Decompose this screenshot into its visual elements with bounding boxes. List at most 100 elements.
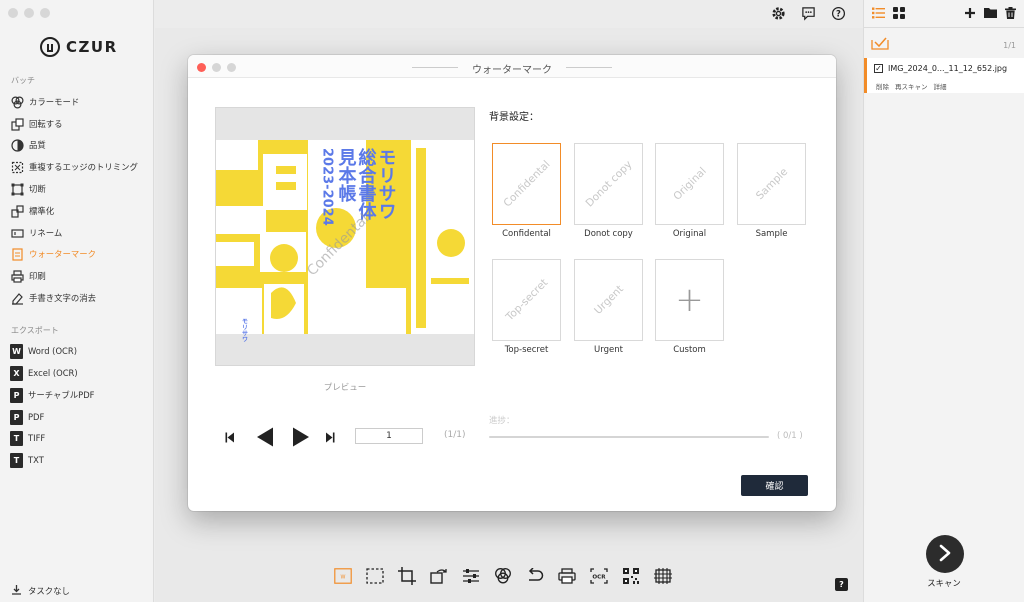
file-checkbox[interactable]: ✓ <box>874 64 883 73</box>
excel-file-icon: X <box>10 365 23 381</box>
trash-icon[interactable] <box>1005 6 1016 22</box>
sidebar-item-standardize[interactable]: 標準化 <box>10 202 54 220</box>
close-window-button[interactable] <box>8 8 18 18</box>
sidebar-item-label: 印刷 <box>29 271 46 281</box>
export-item-label: PDF <box>28 412 45 422</box>
feedback-icon[interactable] <box>800 5 816 21</box>
watermark-name: Confidental <box>502 229 551 239</box>
watermark-option-donot-copy[interactable]: Donot copy <box>574 143 643 225</box>
tiff-file-icon: T <box>10 430 23 446</box>
watermark-name: Original <box>672 229 707 239</box>
cover-title-line-1: モリサワ <box>376 148 397 220</box>
folder-icon[interactable] <box>984 7 997 21</box>
watermark-option-urgent[interactable]: Urgent <box>574 259 643 341</box>
right-panel-toolbar <box>872 6 1016 22</box>
sidebar-item-label: 品質 <box>29 140 46 150</box>
watermark-name: Top-secret <box>504 345 549 355</box>
delete-link[interactable]: 削除 <box>876 81 889 91</box>
last-page-icon[interactable] <box>322 432 338 443</box>
preview-area: モリサワ 総合書体 見本帳 2023-2024 モリサワ Confidental <box>215 107 475 366</box>
progress-count: ( 0/1 ) <box>777 431 803 441</box>
watermark-sample-text: Original <box>670 165 709 203</box>
color-tool-icon[interactable] <box>493 566 513 586</box>
sidebar-item-label: 切断 <box>29 184 46 194</box>
minimize-window-button[interactable] <box>24 8 34 18</box>
sidebar-item-label: 重複するエッジのトリミング <box>29 162 138 172</box>
export-item-label: TXT <box>28 455 44 465</box>
book-tool-icon[interactable] <box>653 566 673 586</box>
export-item-word-ocr[interactable]: W Word (OCR) <box>10 342 77 360</box>
scan-button[interactable] <box>926 535 964 573</box>
sidebar-item-color-mode[interactable]: カラーモード <box>10 93 79 111</box>
edge-trim-icon <box>10 160 24 174</box>
export-item-excel-ocr[interactable]: X Excel (OCR) <box>10 364 78 382</box>
grid-view-icon[interactable] <box>893 6 905 22</box>
sidebar-item-label: ウォーターマーク <box>29 249 96 259</box>
watermark-option-original[interactable]: Original <box>655 143 724 225</box>
quality-icon <box>10 138 24 152</box>
dialog-titlebar: ウォーターマーク <box>188 55 836 78</box>
sidebar-item-label: カラーモード <box>29 97 80 107</box>
watermark-tool-icon[interactable]: W <box>333 566 353 586</box>
task-status[interactable]: タスクなし <box>11 584 70 597</box>
left-sidebar: CZUR バッチ カラーモード 回転する 品質 重複するエッジのトリミング 切断 <box>0 0 154 602</box>
page-number-input[interactable]: 1 <box>355 428 423 444</box>
preview-image: モリサワ 総合書体 見本帳 2023-2024 モリサワ Confidental <box>216 108 474 365</box>
zoom-window-button[interactable] <box>40 8 50 18</box>
add-icon[interactable] <box>964 7 976 22</box>
sidebar-item-rotate[interactable]: 回転する <box>10 115 63 133</box>
page-count: 1/1 <box>1003 40 1016 50</box>
settings-gear-icon[interactable] <box>770 5 786 21</box>
watermark-option-custom[interactable]: + <box>655 259 724 341</box>
sidebar-item-watermark[interactable]: ウォーターマーク <box>10 245 96 263</box>
export-item-pdf[interactable]: P PDF <box>10 408 44 426</box>
details-link[interactable]: 詳細 <box>934 81 947 91</box>
confirm-button[interactable]: 確認 <box>741 475 808 496</box>
previous-page-icon[interactable] <box>248 427 282 447</box>
standardize-icon <box>10 204 24 218</box>
adjust-tool-icon[interactable] <box>461 566 481 586</box>
export-item-label: サーチャブルPDF <box>28 390 95 400</box>
file-list-item[interactable]: ✓ IMG_2024_0..._11_12_652.jpg 削除 再スキャン 詳… <box>864 58 1024 93</box>
selection-tool-icon[interactable] <box>365 566 385 586</box>
sidebar-item-quality[interactable]: 品質 <box>10 136 46 154</box>
sidebar-item-cut[interactable]: 切断 <box>10 180 46 198</box>
svg-text:?: ? <box>836 8 841 18</box>
list-view-icon[interactable] <box>872 7 885 22</box>
crop-tool-icon[interactable] <box>397 566 417 586</box>
rotate-tool-icon[interactable] <box>429 566 449 586</box>
progress-label: 進捗： <box>489 416 515 426</box>
help-corner-icon[interactable]: ? <box>835 578 848 591</box>
sidebar-item-rename[interactable]: リネーム <box>10 224 62 242</box>
rescan-link[interactable]: 再スキャン <box>895 81 928 91</box>
title-divider-right <box>566 67 612 68</box>
txt-file-icon: T <box>10 452 23 468</box>
export-item-searchable-pdf[interactable]: P サーチャブルPDF <box>10 386 94 404</box>
svg-text:W: W <box>341 575 346 581</box>
next-page-icon[interactable] <box>286 427 316 447</box>
help-icon[interactable]: ? <box>830 5 846 21</box>
sidebar-item-edge-trim[interactable]: 重複するエッジのトリミング <box>10 158 138 176</box>
watermark-option-sample[interactable]: Sample <box>737 143 806 225</box>
export-item-txt[interactable]: T TXT <box>10 451 44 469</box>
sidebar-item-label: リネーム <box>29 228 63 238</box>
export-item-label: Word (OCR) <box>28 346 77 356</box>
first-page-icon[interactable] <box>222 432 238 443</box>
undo-tool-icon[interactable] <box>525 566 545 586</box>
pdf-file-icon: P <box>10 409 23 425</box>
sidebar-item-print[interactable]: 印刷 <box>10 267 46 285</box>
watermark-sample-text: Sample <box>753 165 790 203</box>
print-tool-icon[interactable] <box>557 566 577 586</box>
sidebar-item-label: 標準化 <box>29 206 55 216</box>
svg-text:OCR: OCR <box>592 575 606 581</box>
sidebar-item-erase-handwriting[interactable]: 手書き文字の消去 <box>10 289 96 307</box>
select-all-checkbox-icon[interactable] <box>871 37 889 53</box>
qr-code-tool-icon[interactable] <box>621 566 641 586</box>
logo-text: CZUR <box>66 38 118 56</box>
export-item-tiff[interactable]: T TIFF <box>10 429 45 447</box>
ocr-tool-icon[interactable]: OCR <box>589 566 609 586</box>
watermark-option-confidental[interactable]: Confidental <box>492 143 561 225</box>
rename-icon <box>10 226 24 240</box>
print-icon <box>10 269 24 283</box>
watermark-option-top-secret[interactable]: Top-secret <box>492 259 561 341</box>
